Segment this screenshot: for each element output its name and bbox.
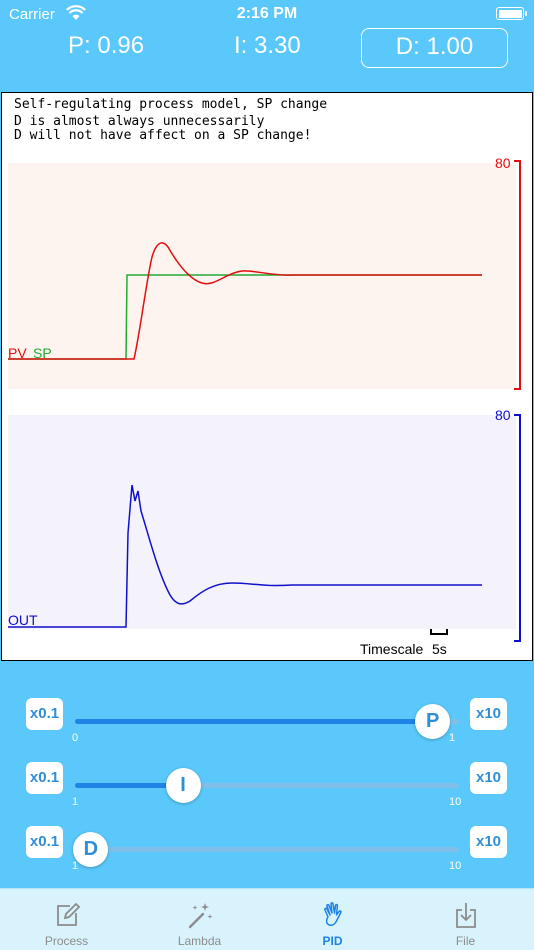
d-value-selected[interactable]: D: 1.00 — [361, 28, 508, 68]
p-slider-max: 1 — [449, 732, 456, 744]
i-value[interactable]: I: 3.30 — [234, 32, 301, 60]
d-slider-thumb[interactable]: D — [73, 832, 109, 867]
out-scale-max: 80 — [495, 407, 511, 423]
tab-lambda[interactable]: Lambda — [133, 889, 266, 950]
p-increase-button[interactable]: x10 — [470, 698, 507, 730]
d-increase-button[interactable]: x10 — [470, 826, 507, 858]
plot-panel: 80 80 PV SP OUT Timescale 5s Self-regula… — [1, 92, 533, 661]
magic-wand-icon — [188, 903, 213, 929]
tab-bar: Process Lambda PID File — [0, 888, 534, 950]
i-slider-max: 10 — [449, 796, 462, 808]
out-label: OUT — [8, 612, 38, 628]
timescale-marker — [430, 629, 448, 635]
tab-file[interactable]: File — [399, 889, 532, 950]
d-slider-min: 1 — [72, 860, 79, 872]
pv-plot-area — [8, 163, 516, 389]
pv-scale-max: 80 — [495, 155, 511, 171]
hand-icon — [323, 902, 342, 926]
i-decrease-button[interactable]: x0.1 — [26, 762, 63, 794]
tab-process[interactable]: Process — [0, 889, 133, 950]
d-decrease-button[interactable]: x0.1 — [26, 826, 63, 858]
status-bar: Carrier 2:16 PM — [0, 0, 534, 28]
i-slider-thumb[interactable]: I — [165, 768, 201, 803]
tab-pid-label: PID — [322, 934, 343, 948]
p-slider-thumb[interactable]: P — [415, 704, 451, 739]
i-slider-track[interactable] — [75, 783, 459, 788]
plot-canvas: 80 80 PV SP OUT Timescale 5s — [8, 155, 521, 657]
tab-file-label: File — [455, 934, 476, 948]
battery-icon — [496, 7, 527, 20]
p-slider-row: x0.1 P 0 1 x10 — [0, 698, 534, 758]
d-slider-row: x0.1 D 1 10 x10 — [0, 826, 534, 886]
p-value[interactable]: P: 0.96 — [68, 32, 144, 60]
d-slider-track[interactable] — [75, 847, 459, 852]
i-slider-min: 1 — [72, 796, 79, 808]
i-increase-button[interactable]: x10 — [470, 762, 507, 794]
plot-notes: Self-regulating process model, SP change… — [14, 98, 327, 143]
p-slider-min: 0 — [72, 732, 79, 744]
tab-pid[interactable]: PID — [266, 889, 399, 950]
clock: 2:16 PM — [236, 5, 298, 22]
note-line-2: D will not have affect on a SP change! — [14, 128, 312, 143]
p-decrease-button[interactable]: x0.1 — [26, 698, 63, 730]
tab-lambda-label: Lambda — [177, 934, 222, 948]
tab-process-label: Process — [44, 934, 89, 948]
download-icon — [455, 903, 476, 928]
edit-icon — [56, 902, 80, 926]
sp-label: SP — [33, 345, 52, 361]
pv-label: PV — [8, 345, 27, 361]
i-slider-row: x0.1 I 1 10 x10 — [0, 762, 534, 822]
pid-parameters-header: P: 0.96 I: 3.30 D: 1.00 — [0, 28, 534, 68]
out-plot-area — [8, 415, 516, 629]
p-slider-fill — [75, 719, 433, 724]
d-slider-max: 10 — [449, 860, 462, 872]
note-line-1: D is almost always unnecessarily — [14, 114, 265, 129]
timescale-label: Timescale — [360, 641, 423, 657]
note-title: Self-regulating process model, SP change — [14, 97, 328, 112]
p-slider-track[interactable] — [75, 719, 459, 724]
timescale-value: 5s — [432, 641, 447, 657]
